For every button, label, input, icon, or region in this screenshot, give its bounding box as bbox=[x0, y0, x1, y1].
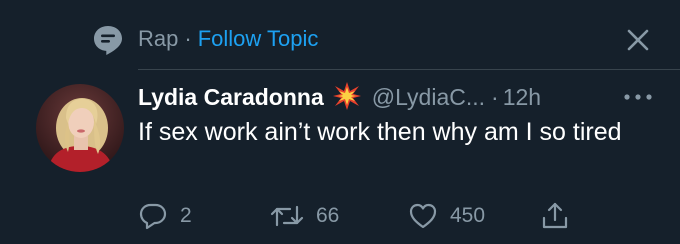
retweet-count: 66 bbox=[316, 204, 340, 227]
display-name[interactable]: Lydia Caradonna bbox=[138, 84, 324, 110]
reply-button[interactable]: 2 bbox=[138, 196, 192, 236]
avatar[interactable] bbox=[36, 84, 124, 172]
heart-icon bbox=[409, 203, 437, 229]
retweet-button[interactable]: 66 bbox=[270, 196, 339, 236]
time-separator: · bbox=[491, 84, 499, 110]
close-icon[interactable] bbox=[621, 23, 655, 57]
avatar-image bbox=[36, 84, 124, 172]
share-icon bbox=[542, 202, 568, 229]
timestamp[interactable]: 12h bbox=[503, 84, 541, 110]
user-handle[interactable]: @LydiaC... bbox=[372, 84, 485, 110]
tweet-text: If sex work ain’t work then why am I so … bbox=[138, 118, 622, 146]
reply-count: 2 bbox=[180, 204, 192, 227]
like-button[interactable]: 450 bbox=[408, 196, 485, 236]
reply-icon bbox=[139, 203, 167, 230]
topic-separator: · bbox=[184, 26, 192, 51]
tweet-header: Lydia Caradonna @LydiaC... · 12h bbox=[138, 80, 541, 114]
collision-emoji-icon bbox=[332, 82, 361, 110]
like-count: 450 bbox=[450, 204, 486, 227]
topic-speech-bubble-icon bbox=[94, 26, 122, 55]
topic-header: Rap · Follow Topic bbox=[0, 0, 680, 70]
retweet-icon bbox=[270, 205, 304, 227]
topic-line: Rap · Follow Topic bbox=[138, 24, 318, 54]
topic-name[interactable]: Rap bbox=[138, 26, 178, 51]
share-button[interactable] bbox=[540, 196, 570, 236]
tweet-actions: 2 66 450 bbox=[0, 196, 680, 236]
more-dots-icon[interactable] bbox=[620, 85, 656, 109]
follow-topic-link[interactable]: Follow Topic bbox=[198, 26, 319, 51]
divider bbox=[138, 69, 680, 70]
